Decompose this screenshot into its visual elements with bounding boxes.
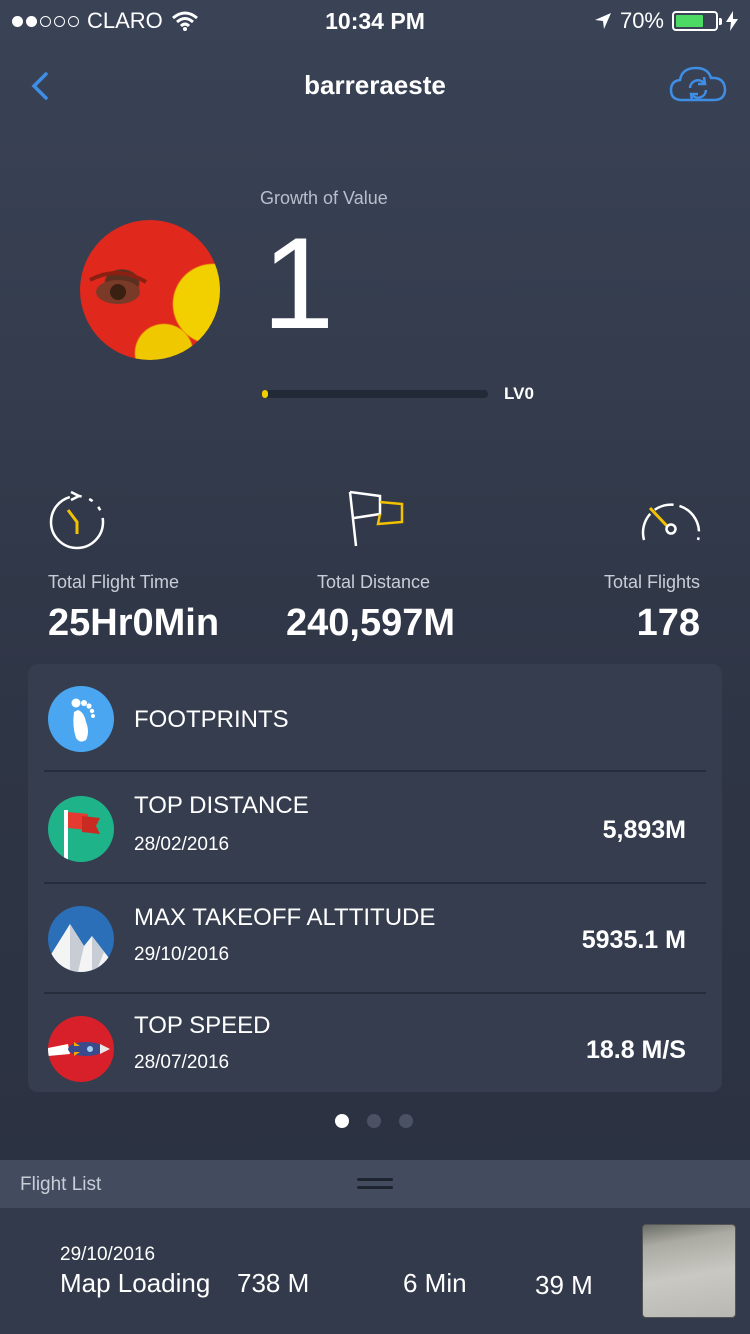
footprint-item-value: 5935.1 M [581,926,686,954]
page-title: barreraeste [304,70,446,100]
footprint-item-title: TOP SPEED [134,1012,271,1039]
status-bar: CLARO 10:34 PM 70% [0,0,750,40]
footprint-icon [48,686,114,752]
flight-list-title: Flight List [20,1174,102,1195]
avatar[interactable] [80,220,220,360]
footprint-item-date: 28/02/2016 [134,834,230,855]
flight-list-item[interactable]: 29/10/2016 Map Loading 738 M 6 Min 39 M [0,1208,750,1334]
footprint-item-title: TOP DISTANCE [134,792,309,819]
battery-group: 70% [594,8,738,34]
growth-value: 1 [262,210,335,356]
page-dot[interactable] [367,1114,381,1128]
total-flights-label: Total Flights [603,572,700,592]
total-flight-time-label: Total Flight Time [48,572,180,592]
footprint-item-title: MAX TAKEOFF ALTTITUDE [134,904,436,931]
battery-icon [672,11,722,31]
flight-list-header[interactable]: Flight List [0,1160,750,1208]
speedometer-icon [641,503,701,541]
page-dot[interactable] [335,1114,349,1128]
cloud-sync-icon [669,66,727,102]
footprints-card: FOOTPRINTS TOP DISTANCE 28/02/2016 5,893… [28,664,722,1092]
flight-date: 29/10/2016 [60,1244,156,1265]
footprint-item-top-distance[interactable]: TOP DISTANCE 28/02/2016 5,893M [44,772,706,882]
total-distance-value: 240,597M [286,602,456,644]
flight-duration: 6 Min [403,1268,467,1298]
red-flag-icon [48,796,114,862]
location-arrow-icon [594,13,611,29]
nav-bar: barreraeste [0,60,750,110]
sync-button[interactable] [668,62,728,108]
stopwatch-icon [49,490,105,550]
level-progress-bar [262,390,488,398]
flight-location: Map Loading [60,1268,211,1298]
footprint-item-value: 18.8 M/S [585,1036,686,1064]
rocket-icon [48,1016,114,1082]
footprint-item-value: 5,893M [602,816,686,844]
footprints-header[interactable]: FOOTPRINTS [44,684,706,754]
growth-label: Growth of Value [260,188,388,208]
flag-icon [348,490,404,547]
page-indicator[interactable] [335,1114,413,1128]
avatar-eye-image [89,271,148,304]
flight-altitude: 738 M [237,1268,310,1298]
footprint-item-date: 29/10/2016 [134,944,230,965]
flight-distance: 39 M [535,1270,593,1300]
charging-bolt-icon [726,11,738,31]
footprint-item-top-speed[interactable]: TOP SPEED 28/07/2016 18.8 M/S [44,994,706,1092]
footprint-item-date: 28/07/2016 [134,1052,230,1073]
drag-handle-icon[interactable] [357,1178,393,1192]
mountain-icon [48,906,114,972]
footprints-title: FOOTPRINTS [134,706,289,733]
total-flight-time-value: 25Hr0Min [48,602,220,644]
total-distance-label: Total Distance [317,572,431,592]
page-dot[interactable] [399,1114,413,1128]
level-label: LV0 [504,384,534,403]
total-flights-value: 178 [636,602,700,644]
battery-percent: 70% [619,8,664,33]
flight-thumbnail[interactable] [642,1224,736,1318]
footprint-item-max-takeoff-altitude[interactable]: MAX TAKEOFF ALTTITUDE 29/10/2016 5935.1 … [44,884,706,992]
level-progress-fill [262,390,268,398]
